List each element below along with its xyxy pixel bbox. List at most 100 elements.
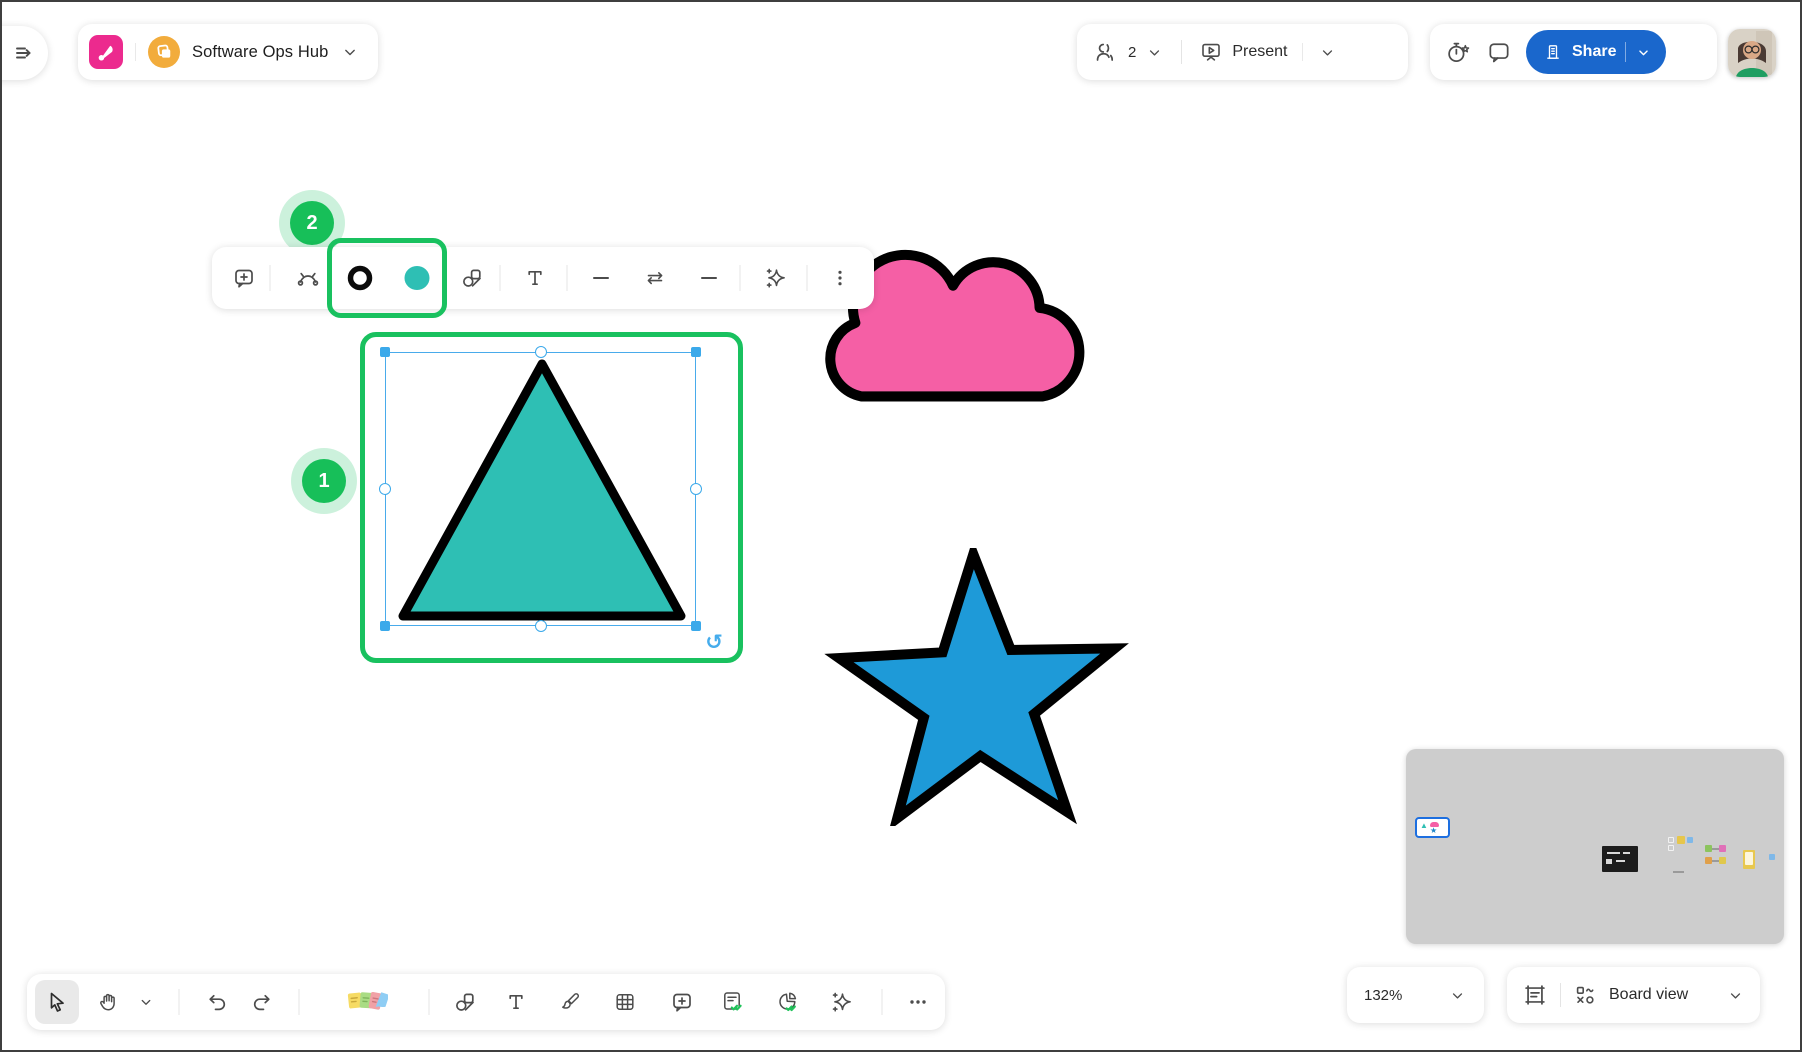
minimap-object bbox=[1677, 836, 1685, 844]
shapes-tool-button[interactable] bbox=[453, 990, 477, 1014]
mixed-shapes-icon bbox=[1573, 983, 1597, 1007]
chevron-down-icon[interactable] bbox=[1726, 986, 1745, 1005]
ellipsis-icon bbox=[906, 990, 930, 1014]
resize-handle-se[interactable] bbox=[691, 621, 701, 631]
step-badge-1: 1 bbox=[302, 459, 346, 503]
apps-charts-button[interactable] bbox=[775, 989, 801, 1015]
minimap-object bbox=[1769, 854, 1775, 860]
minimap-object bbox=[1712, 848, 1719, 850]
selection-bounding-box[interactable] bbox=[385, 352, 696, 626]
resize-handle-ne[interactable] bbox=[691, 347, 701, 357]
org-share-icon bbox=[1543, 42, 1563, 62]
hand-tool-button[interactable] bbox=[97, 990, 121, 1014]
timer-icon[interactable] bbox=[1444, 38, 1472, 66]
edit-points-button[interactable] bbox=[296, 266, 320, 290]
more-tools-button[interactable] bbox=[906, 990, 930, 1014]
minimap[interactable]: ▲ ★ bbox=[1406, 749, 1784, 944]
avatar[interactable] bbox=[1728, 29, 1776, 77]
table-tool-button[interactable] bbox=[613, 990, 637, 1014]
present-label[interactable]: Present bbox=[1232, 43, 1287, 61]
text-tool-button[interactable] bbox=[504, 990, 528, 1014]
resize-handle-n[interactable] bbox=[535, 346, 547, 358]
divider bbox=[1625, 42, 1626, 62]
switch-shape-button[interactable] bbox=[460, 266, 484, 290]
line-style-button[interactable] bbox=[697, 266, 721, 290]
minimap-object bbox=[1705, 845, 1712, 852]
templates-button[interactable] bbox=[720, 989, 746, 1015]
ai-sparkle-button[interactable] bbox=[764, 266, 788, 290]
sticky-notes-button[interactable] bbox=[346, 988, 388, 1016]
comment-tool-button[interactable] bbox=[670, 990, 694, 1014]
star-shape[interactable] bbox=[823, 548, 1133, 826]
minimap-object bbox=[1687, 837, 1693, 843]
actions-card: Share bbox=[1430, 24, 1717, 80]
triangle-shape[interactable] bbox=[386, 353, 697, 627]
fill-color-swatch[interactable] bbox=[401, 262, 433, 294]
divider bbox=[1181, 40, 1182, 64]
chevron-down-icon[interactable] bbox=[340, 42, 360, 62]
resize-handle-s[interactable] bbox=[535, 620, 547, 632]
step-badge-2: 2 bbox=[290, 201, 334, 245]
collaborators-icon bbox=[1093, 39, 1119, 65]
comments-icon[interactable] bbox=[1486, 39, 1512, 65]
board-view-label[interactable]: Board view bbox=[1609, 986, 1688, 1004]
sticky-notes-icon bbox=[346, 988, 388, 1016]
divider bbox=[740, 265, 741, 291]
resize-handle-sw[interactable] bbox=[380, 621, 390, 631]
draw-tool-button[interactable] bbox=[558, 990, 582, 1014]
resize-handle-e[interactable] bbox=[690, 483, 702, 495]
zoom-control[interactable]: 132% bbox=[1347, 967, 1484, 1023]
chevron-down-icon[interactable] bbox=[1145, 43, 1164, 62]
select-tool-button[interactable] bbox=[35, 980, 79, 1024]
more-options-button[interactable] bbox=[828, 266, 852, 290]
whiteboard-app: ↺ 1 2 bbox=[0, 0, 1802, 1052]
chevron-down-icon bbox=[137, 993, 155, 1011]
share-button[interactable]: Share bbox=[1526, 30, 1666, 74]
divider bbox=[807, 265, 808, 291]
minimap-object bbox=[1712, 860, 1719, 862]
divider bbox=[179, 989, 180, 1015]
chevron-down-icon[interactable] bbox=[1635, 44, 1652, 61]
chart-check-icon bbox=[775, 989, 801, 1015]
minimap-object bbox=[1745, 852, 1753, 865]
rotate-handle-icon[interactable]: ↺ bbox=[702, 630, 726, 654]
draw-icon bbox=[558, 990, 582, 1014]
divider bbox=[270, 265, 271, 291]
frame-icon[interactable] bbox=[1522, 982, 1548, 1008]
table-icon bbox=[613, 990, 637, 1014]
divider bbox=[1302, 43, 1303, 61]
share-label: Share bbox=[1572, 43, 1616, 61]
chevron-down-icon[interactable] bbox=[1448, 986, 1467, 1005]
board-info-card[interactable]: Software Ops Hub bbox=[78, 24, 378, 80]
swap-arrows-button[interactable] bbox=[643, 266, 667, 290]
divider bbox=[299, 989, 300, 1015]
comment-add-button[interactable] bbox=[232, 266, 256, 290]
divider bbox=[1560, 983, 1561, 1007]
minimap-triangle: ▲ bbox=[1420, 822, 1428, 830]
workspace-icon bbox=[148, 36, 180, 68]
text-button[interactable] bbox=[523, 266, 547, 290]
collaborators-count: 2 bbox=[1128, 44, 1136, 61]
divider bbox=[500, 265, 501, 291]
text-icon bbox=[504, 990, 528, 1014]
minimap-star: ★ bbox=[1430, 826, 1437, 835]
divider bbox=[135, 43, 136, 61]
sidebar-expand-button[interactable] bbox=[0, 26, 48, 80]
zoom-level: 132% bbox=[1364, 987, 1402, 1004]
resize-handle-nw[interactable] bbox=[380, 347, 390, 357]
present-screen-icon bbox=[1199, 40, 1223, 64]
comment-add-icon bbox=[670, 990, 694, 1014]
redo-button[interactable] bbox=[250, 990, 274, 1014]
border-style-button[interactable] bbox=[589, 266, 613, 290]
minimap-viewport[interactable]: ▲ ★ bbox=[1415, 817, 1450, 838]
border-color-swatch[interactable] bbox=[344, 262, 376, 294]
sidebar-expand-icon bbox=[12, 41, 36, 65]
chevron-down-icon[interactable] bbox=[1318, 43, 1337, 62]
minimap-object bbox=[1673, 871, 1684, 873]
mural-logo[interactable] bbox=[89, 35, 123, 69]
undo-button[interactable] bbox=[205, 990, 229, 1014]
ai-tools-button[interactable] bbox=[830, 990, 854, 1014]
resize-handle-w[interactable] bbox=[379, 483, 391, 495]
board-view-control: Board view bbox=[1507, 967, 1760, 1023]
tool-chevron-button[interactable] bbox=[137, 993, 155, 1011]
